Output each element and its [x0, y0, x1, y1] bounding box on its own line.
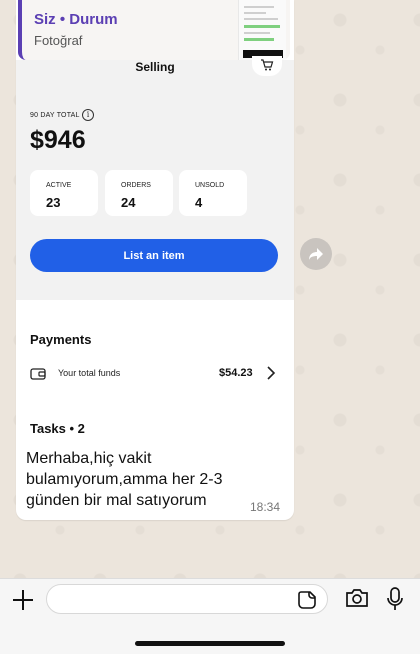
info-icon: i — [82, 109, 94, 121]
ninety-day-total-value: $946 — [30, 126, 86, 154]
status-reply-quote[interactable]: Siz • Durum Fotoğraf — [18, 0, 290, 60]
sticker-icon[interactable] — [297, 590, 317, 610]
stat-orders: ORDERS 24 — [105, 170, 173, 216]
stat-label: ORDERS — [121, 182, 151, 189]
reply-author: Siz • Durum — [34, 11, 118, 28]
reply-media-type: Fotoğraf — [34, 33, 83, 48]
cart-icon — [252, 56, 282, 76]
list-an-item-button: List an item — [30, 239, 278, 272]
plus-icon[interactable] — [10, 587, 36, 613]
message-composer-bar — [0, 578, 420, 654]
reply-thumbnail — [238, 0, 286, 60]
forward-button[interactable] — [300, 238, 332, 270]
chevron-right-icon — [267, 366, 276, 380]
message-timestamp: 18:34 — [250, 500, 281, 514]
stat-value: 23 — [46, 195, 61, 210]
stat-label: UNSOLD — [195, 182, 225, 189]
stat-value: 4 — [195, 195, 203, 210]
wallet-icon — [30, 368, 46, 380]
forward-icon — [309, 248, 323, 260]
total-funds-label: Your total funds — [58, 368, 121, 378]
payments-heading: Payments — [30, 332, 92, 347]
home-indicator — [135, 641, 285, 646]
tasks-heading: Tasks • 2 — [30, 421, 85, 436]
selling-screenshot: Selling 90 DAY TOTAL i $946 ACTIVE 23 OR… — [16, 56, 294, 300]
camera-icon[interactable] — [345, 588, 369, 608]
stat-value: 24 — [121, 195, 136, 210]
message-text: Merhaba,hiç vakit bulamıyorum,amma her 2… — [26, 450, 223, 509]
ninety-day-total-label: 90 DAY TOTAL — [30, 112, 80, 119]
stat-unsold: UNSOLD 4 — [179, 170, 247, 216]
message-input[interactable] — [46, 584, 328, 614]
stat-active: ACTIVE 23 — [30, 170, 98, 216]
microphone-icon[interactable] — [386, 587, 404, 611]
stat-label: ACTIVE — [46, 182, 72, 189]
total-funds-amount: $54.23 — [219, 367, 253, 379]
total-funds-row: Your total funds $54.23 — [30, 363, 280, 385]
message-bubble[interactable]: Siz • Durum Fotoğraf Selling 90 DAY TOTA… — [16, 0, 294, 520]
